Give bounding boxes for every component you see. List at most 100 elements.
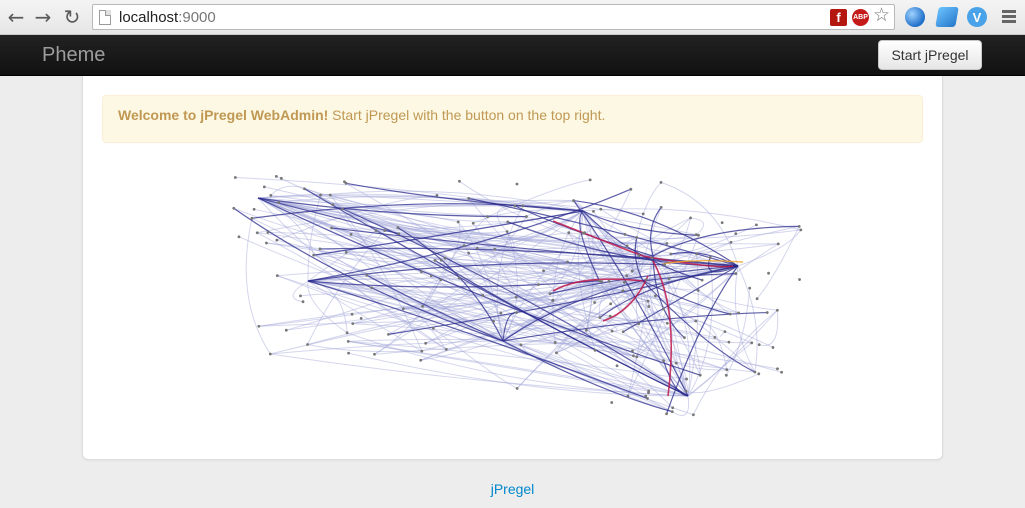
graph-node <box>689 216 692 220</box>
graph-node <box>691 413 695 417</box>
graph-node <box>767 271 770 275</box>
graph-node <box>275 274 279 278</box>
graph-node <box>551 298 555 302</box>
graph-node <box>598 316 602 319</box>
footer-jpregel-link[interactable]: jPregel <box>0 481 1025 497</box>
v-icon[interactable]: V <box>967 7 987 27</box>
start-jpregel-button[interactable]: Start jPregel <box>878 40 982 70</box>
graph-node <box>458 179 461 183</box>
graph-node <box>609 302 613 306</box>
graph-node <box>435 194 439 197</box>
graph-node <box>519 343 523 347</box>
graph-node <box>583 231 586 235</box>
graph-edge <box>245 218 271 355</box>
graph-node <box>588 178 592 182</box>
graph-node <box>621 330 625 334</box>
graph-node <box>625 274 629 278</box>
graph-node <box>279 176 283 180</box>
graph-node <box>277 201 281 204</box>
graph-edge <box>690 217 705 236</box>
graph-node <box>439 278 443 282</box>
graph-node <box>328 193 332 197</box>
graph-node <box>350 312 354 316</box>
graph-node <box>457 276 461 280</box>
graph-node <box>424 341 428 345</box>
graph-node <box>663 263 666 267</box>
graph-node <box>374 229 378 233</box>
menu-icon[interactable] <box>1002 10 1016 25</box>
star-icon[interactable]: ☆ <box>873 4 890 26</box>
graph-node <box>306 343 309 346</box>
graph-node <box>420 270 423 274</box>
graph-edge <box>687 309 778 397</box>
graph-node <box>724 373 728 377</box>
graph-node <box>646 299 650 303</box>
graph-node <box>637 254 641 257</box>
graph-node <box>444 348 448 351</box>
graph-node <box>383 229 387 232</box>
graph-node <box>698 373 702 377</box>
brand-link[interactable]: Pheme <box>42 44 105 67</box>
graph-node <box>506 220 510 224</box>
graph-node <box>373 352 376 356</box>
graph-node <box>232 206 236 210</box>
graph-node <box>641 212 645 216</box>
graph-node <box>265 241 268 245</box>
graph-node <box>608 314 612 318</box>
graph-node <box>475 246 479 250</box>
graph-node <box>713 335 717 339</box>
graph-node <box>257 324 261 328</box>
globe-icon[interactable] <box>905 7 925 27</box>
graph-node <box>737 311 740 315</box>
url-port: :9000 <box>178 9 216 26</box>
graph-node <box>439 258 443 262</box>
graph-node <box>720 221 724 225</box>
graph-node <box>255 231 259 235</box>
url-text[interactable]: localhost:9000 <box>119 9 216 26</box>
graph-node <box>683 336 686 340</box>
graph-node <box>729 240 733 244</box>
graph-node <box>646 397 649 400</box>
graph-node <box>750 341 754 345</box>
graph-node <box>237 235 241 239</box>
graph-node <box>644 278 648 281</box>
adblock-icon[interactable]: ABP <box>852 9 869 26</box>
graph-node <box>284 328 288 332</box>
graph-node <box>798 278 801 281</box>
graph-node <box>615 364 619 368</box>
graph-node <box>659 205 663 209</box>
back-icon[interactable]: ← <box>4 5 28 29</box>
graph-node <box>515 311 518 314</box>
graph-node <box>669 252 673 256</box>
graph-node <box>275 238 279 242</box>
graph-node <box>632 354 635 358</box>
graph-node <box>370 286 374 290</box>
edit-icon[interactable] <box>935 7 959 27</box>
graph-node <box>776 367 779 371</box>
graph-node <box>708 256 712 259</box>
graph-node <box>456 220 460 224</box>
graph-node <box>319 193 322 197</box>
graph-node <box>566 260 569 264</box>
graph-node <box>623 232 627 236</box>
browser-toolbar: ← → ↻ localhost:9000 f ABP ☆ V <box>0 0 1025 35</box>
address-bar[interactable]: localhost:9000 f ABP ☆ <box>92 4 895 30</box>
graph-node <box>431 326 435 330</box>
graph-node <box>626 394 630 398</box>
graph-node <box>665 321 669 325</box>
graph-node <box>331 203 335 207</box>
graph-node <box>654 294 657 298</box>
graph-node <box>521 204 525 208</box>
graph-node <box>401 307 405 311</box>
graph-node <box>420 349 424 353</box>
reload-icon[interactable]: ↻ <box>60 5 84 29</box>
forward-icon[interactable]: → <box>31 5 55 29</box>
graph-node <box>695 252 699 256</box>
graph-node <box>505 230 509 233</box>
graph-node <box>671 406 675 410</box>
graph-node <box>467 251 471 255</box>
graph-node <box>262 185 266 189</box>
graph-node <box>343 180 346 184</box>
flash-icon[interactable]: f <box>830 9 847 26</box>
graph-node <box>734 232 738 236</box>
